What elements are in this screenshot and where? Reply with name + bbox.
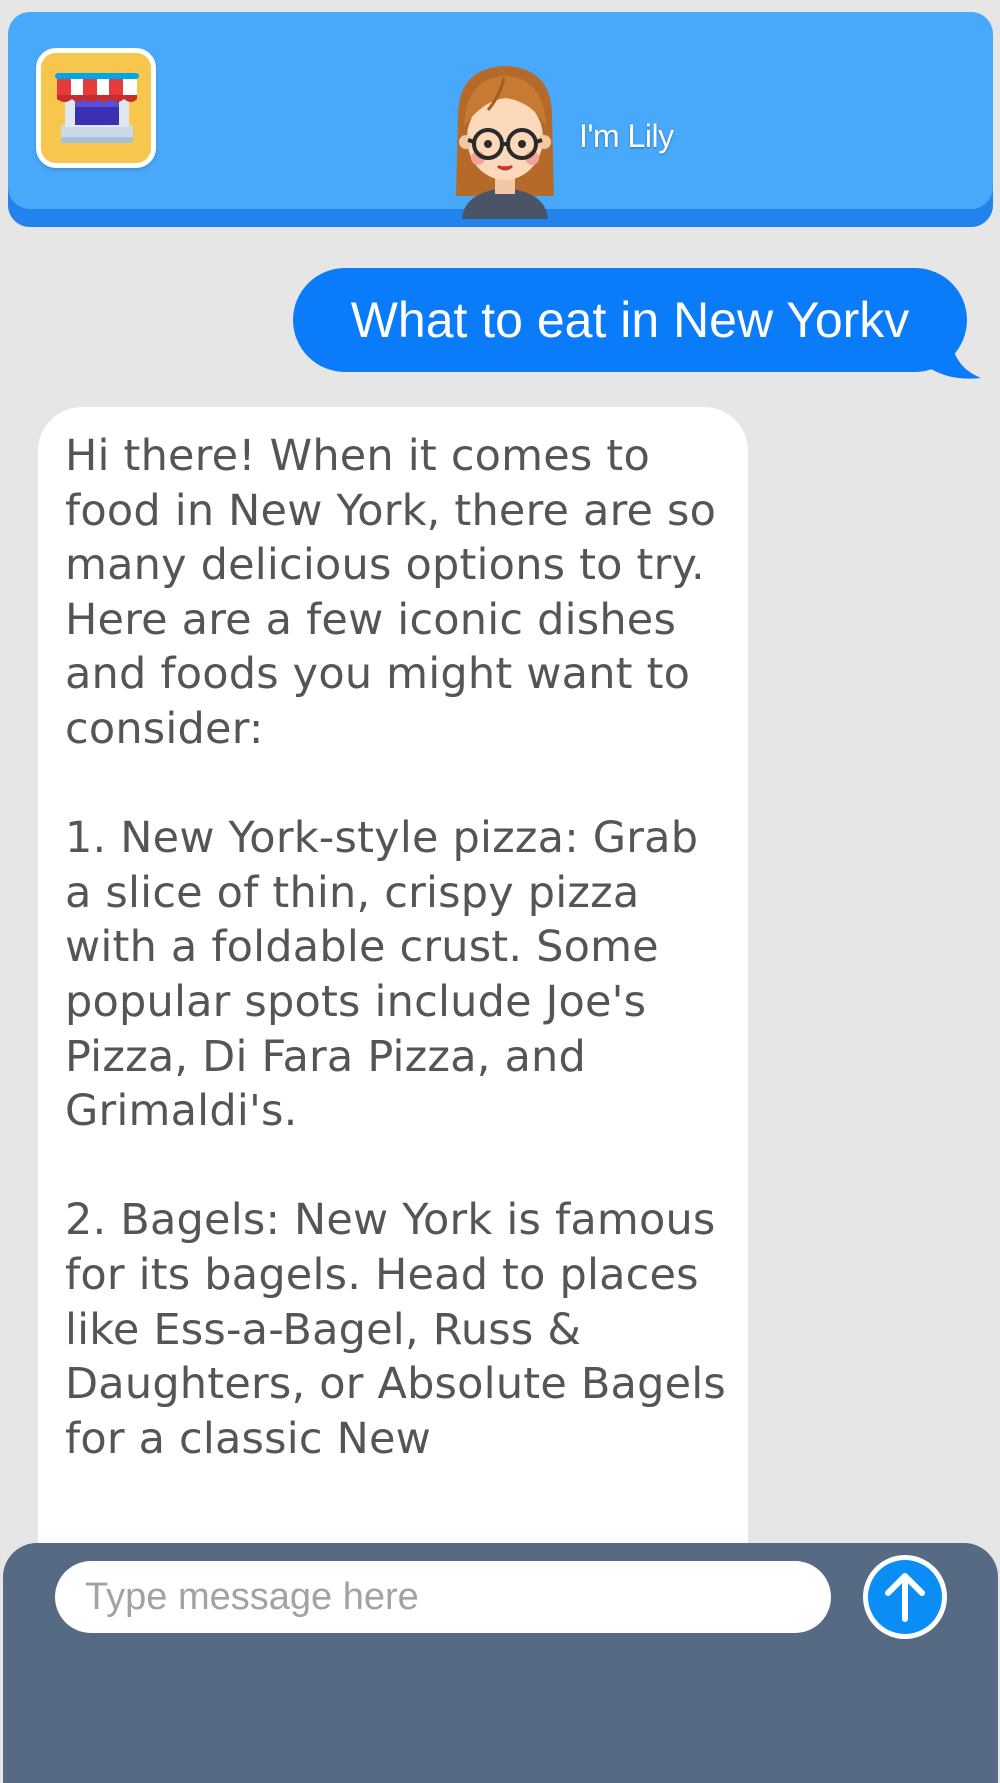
message-input[interactable] xyxy=(55,1561,831,1633)
bot-avatar xyxy=(440,56,570,219)
bot-message: Hi there! When it comes to food in New Y… xyxy=(38,407,748,1557)
user-message: What to eat in New Yorkv xyxy=(293,268,981,379)
send-button[interactable] xyxy=(863,1555,947,1639)
store-icon xyxy=(55,73,139,143)
bot-name-title: I'm Lily xyxy=(579,118,674,154)
user-message-text: What to eat in New Yorkv xyxy=(293,268,967,372)
composer-bar xyxy=(3,1543,998,1783)
store-button[interactable] xyxy=(36,48,156,168)
bot-message-text: Hi there! When it comes to food in New Y… xyxy=(65,431,727,1464)
girl-with-glasses-avatar-icon xyxy=(456,66,554,219)
arrow-up-icon xyxy=(885,1573,925,1622)
chat-header: I'm Lily xyxy=(8,12,993,227)
